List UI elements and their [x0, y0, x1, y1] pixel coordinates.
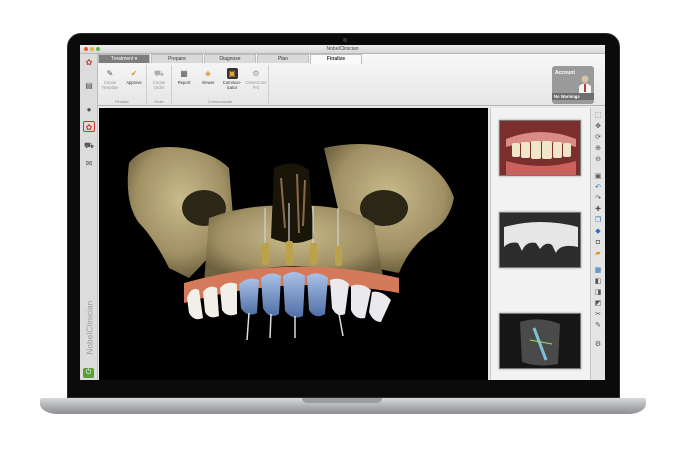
thumbnail-panel — [490, 108, 590, 380]
ribbon-tabs: Treatment ▾ Prepare Diagnose Plan Finali… — [98, 54, 363, 64]
zoom-in-icon[interactable]: ⊕ — [593, 144, 603, 153]
tab-diagnose[interactable]: Diagnose — [204, 54, 256, 63]
view-axial-icon[interactable]: ◩ — [593, 299, 603, 308]
cart-icon: ⛟ — [153, 69, 165, 78]
folder-icon[interactable]: ▰ — [593, 249, 603, 258]
ribbon-toolbar: Treatment ▾ Prepare Diagnose Plan Finali… — [98, 54, 605, 106]
template-icon: ✎ — [106, 69, 114, 78]
save-icon[interactable]: ▣ — [593, 172, 603, 181]
button-label: Viewer — [201, 80, 215, 85]
user-icon[interactable]: ● — [83, 104, 95, 115]
camera-icon[interactable]: ◘ — [593, 238, 603, 247]
app-logo-icon[interactable]: ✿ — [83, 57, 95, 68]
thumbnail-model-scan[interactable] — [499, 212, 581, 268]
wrench-icon[interactable]: ✎ — [593, 321, 603, 330]
patient-record-icon[interactable]: ▤ — [83, 80, 95, 91]
select-icon[interactable]: ⬚ — [593, 111, 603, 120]
view-top-icon[interactable]: ◨ — [593, 288, 603, 297]
account-panel[interactable]: Account No Warnings — [552, 66, 594, 104]
camera — [343, 38, 347, 42]
laptop-base — [40, 398, 646, 414]
warnings-status: No Warnings — [552, 93, 594, 100]
button-label: OsseoCare Pro — [245, 80, 267, 90]
measure-icon[interactable]: ✚ — [593, 205, 603, 214]
settings-icon[interactable]: ⚙ — [593, 340, 603, 349]
tab-label: Treatment — [110, 56, 134, 62]
teeth-photo-image — [500, 121, 580, 175]
view-front-icon[interactable]: ▦ — [593, 266, 603, 275]
button-label: Commun-icator — [222, 80, 242, 90]
chat-icon[interactable]: ✉ — [83, 158, 95, 169]
tab-prepare[interactable]: Prepare — [151, 54, 203, 63]
zoom-out-icon[interactable]: ⊖ — [593, 155, 603, 164]
button-label: Create Order — [152, 80, 166, 90]
cbct-slice-image — [500, 314, 580, 368]
group-communicate: ▦ Report ◈ Viewer ▣ Commun-icator ⚙ Osse… — [172, 65, 269, 106]
tab-finalize[interactable]: Finalize — [310, 54, 362, 64]
osseocare-icon: ⚙ — [252, 69, 260, 78]
button-label: Approve — [126, 80, 142, 85]
tab-plan[interactable]: Plan — [257, 54, 309, 63]
cart-icon[interactable]: ⛟ — [83, 140, 95, 151]
right-toolbar: ⬚ ✥ ⟳ ⊕ ⊖ ▣ ↶ ↷ ✚ ❐ ◆ ◘ ▰ ▦ ◧ ◨ ◩ ✂ ✎ ⚙ — [590, 108, 605, 380]
brand-vertical-label: NobelClinician — [85, 300, 95, 355]
group-name: Order — [153, 99, 165, 104]
communicator-icon: ▣ — [226, 68, 238, 79]
view-side-icon[interactable]: ◧ — [593, 277, 603, 286]
rotate-icon[interactable]: ⟳ — [593, 133, 603, 142]
approve-icon: ✔ — [130, 69, 138, 78]
group-name: Communicate — [207, 99, 233, 104]
app-window: NobelClinician ✿ ▤ ● ✿ ⛟ ✉ NobelClinicia… — [80, 45, 605, 380]
thumbnail-cbct-slice[interactable] — [499, 313, 581, 369]
treatment-icon[interactable]: ✿ — [83, 121, 95, 132]
tab-treatment[interactable]: Treatment ▾ — [98, 54, 150, 63]
layers-icon[interactable]: ◆ — [593, 227, 603, 236]
tools-icon[interactable]: ✂ — [593, 310, 603, 319]
viewer-icon: ◈ — [204, 69, 212, 78]
3d-viewport[interactable] — [99, 108, 488, 380]
group-name: Finalize — [115, 99, 129, 104]
model-scan-image — [500, 213, 580, 267]
group-finalize: ✎ Create Template ✔ Approve Finalize — [98, 65, 147, 106]
copy-icon[interactable]: ❐ — [593, 216, 603, 225]
lid-notch — [302, 398, 382, 403]
ribbon-groups: ✎ Create Template ✔ Approve Finalize ⛟ C… — [98, 65, 269, 106]
window-title: NobelClinician — [326, 46, 359, 52]
thumbnail-clinical-photo[interactable] — [499, 120, 581, 176]
report-icon: ▦ — [180, 69, 188, 78]
skull-3d-render — [127, 144, 454, 341]
redo-icon[interactable]: ↷ — [593, 194, 603, 203]
undo-icon[interactable]: ↶ — [593, 183, 603, 192]
group-order: ⛟ Create Order Order — [147, 65, 172, 106]
power-icon[interactable]: ⏻ — [83, 368, 94, 378]
laptop-frame: NobelClinician ✿ ▤ ● ✿ ⛟ ✉ NobelClinicia… — [0, 0, 686, 456]
title-bar: NobelClinician — [80, 45, 605, 54]
button-label: Report — [177, 80, 191, 85]
left-sidebar: ✿ ▤ ● ✿ ⛟ ✉ NobelClinician ⏻ — [80, 54, 98, 380]
button-label: Create Template — [101, 80, 119, 90]
account-title: Account — [555, 70, 575, 76]
pan-icon[interactable]: ✥ — [593, 122, 603, 131]
